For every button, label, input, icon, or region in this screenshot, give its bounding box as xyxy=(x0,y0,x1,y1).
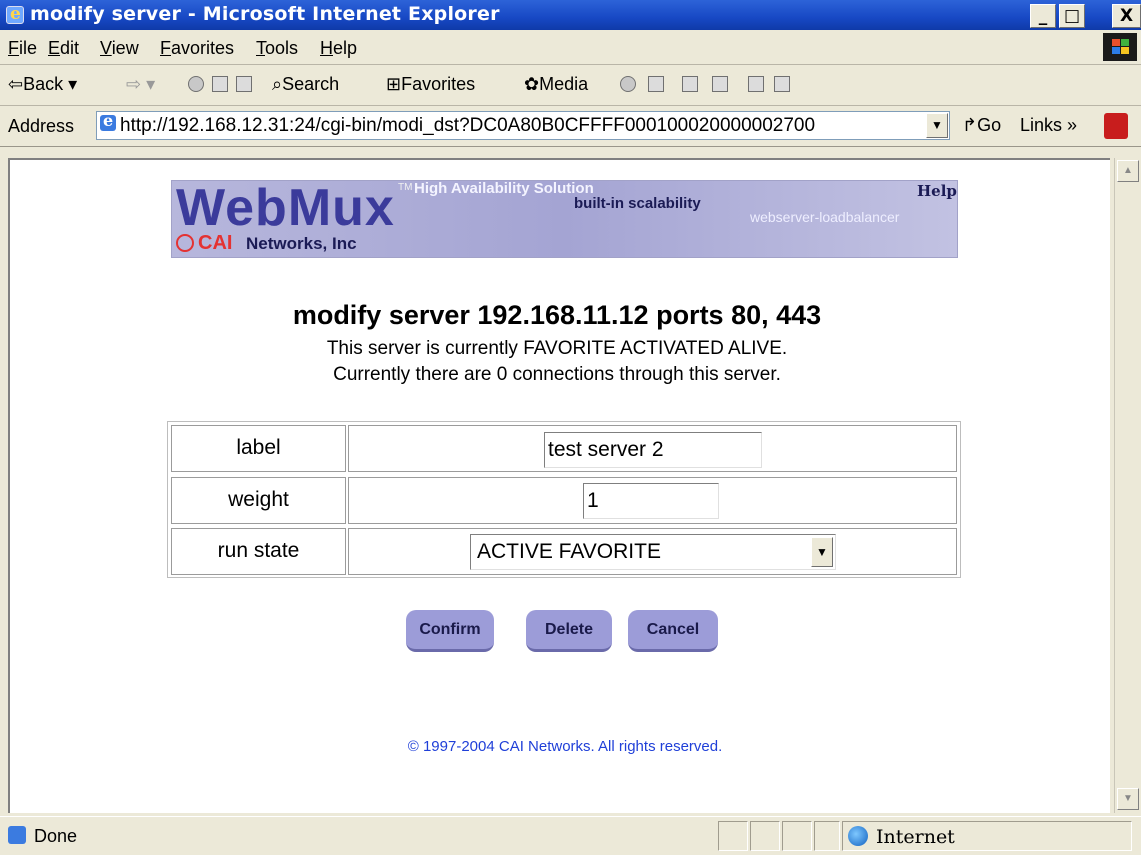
search-icon: ⌕ xyxy=(272,74,283,94)
windows-flag-icon xyxy=(1103,33,1137,61)
company-name-networks: Networks, Inc xyxy=(246,234,357,253)
menu-help[interactable]: Help xyxy=(320,38,357,59)
media-button[interactable]: ✿Media xyxy=(524,74,588,95)
label-row-value: test server 2 xyxy=(348,425,957,472)
security-zone-text: Internet xyxy=(876,826,955,848)
menu-bar: File Edit View Favorites Tools Help xyxy=(0,30,1141,65)
company-name-cai: CAI xyxy=(198,232,233,254)
help-link[interactable]: Help xyxy=(917,182,957,200)
acrobat-icon[interactable] xyxy=(1104,113,1128,139)
copyright-text: © 1997-2004 CAI Networks. All rights res… xyxy=(407,738,723,755)
close-button[interactable]: X xyxy=(1112,4,1141,28)
connections-text: Currently there are 0 connections throug… xyxy=(333,364,781,385)
delete-button[interactable]: Delete xyxy=(526,610,612,652)
banner-tagline: High Availability Solution xyxy=(414,180,594,197)
edit-icon[interactable] xyxy=(712,76,728,92)
server-status-text: This server is currently FAVORITE ACTIVA… xyxy=(326,338,788,359)
home-icon[interactable] xyxy=(236,76,252,92)
search-label: Search xyxy=(282,74,340,94)
menu-file[interactable]: File xyxy=(8,38,37,59)
label-input[interactable]: test server 2 xyxy=(544,432,762,468)
webmux-logo: WebMux xyxy=(176,179,395,237)
ie-logo-icon xyxy=(6,4,24,24)
go-arrow-icon: ↱ xyxy=(962,115,978,135)
history-icon[interactable] xyxy=(620,76,636,92)
links-label: Links xyxy=(1020,115,1063,135)
menu-edit[interactable]: Edit xyxy=(48,38,79,59)
back-button[interactable]: ⇦Back ▾ xyxy=(8,74,77,95)
stop-icon[interactable] xyxy=(188,76,204,92)
favorites-icon: ⊞ xyxy=(386,74,402,94)
status-bar: Done Internet xyxy=(0,816,1141,855)
address-url[interactable]: http://192.168.12.31:24/cgi-bin/modi_dst… xyxy=(120,115,926,137)
window-title: modify server - Microsoft Internet Explo… xyxy=(30,3,500,25)
runstate-select[interactable]: ACTIVE FAVORITE ▼ xyxy=(470,534,836,570)
page-icon xyxy=(100,111,116,131)
runstate-row-value: ACTIVE FAVORITE ▼ xyxy=(348,528,957,575)
scroll-down-icon[interactable]: ▼ xyxy=(1117,788,1139,810)
weight-row-header: weight xyxy=(171,477,346,524)
scroll-up-icon[interactable]: ▲ xyxy=(1117,160,1139,182)
media-icon: ✿ xyxy=(524,74,540,94)
banner-loadbalancer: webserver-loadbalancer xyxy=(750,209,900,225)
menu-favorites[interactable]: Favorites xyxy=(160,38,234,59)
weight-input[interactable]: 1 xyxy=(583,483,719,519)
runstate-field-label: run state xyxy=(217,539,300,562)
address-bar: Address http://192.168.12.31:24/cgi-bin/… xyxy=(0,106,1141,147)
links-button[interactable]: Links » xyxy=(1020,115,1077,136)
minimize-button[interactable]: _ xyxy=(1030,4,1056,28)
label-row-header: label xyxy=(171,425,346,472)
favorites-button[interactable]: ⊞Favorites xyxy=(386,74,475,95)
go-label: Go xyxy=(977,115,1002,135)
label-field-label: label xyxy=(236,436,281,459)
status-panel xyxy=(814,821,840,851)
address-dropdown-button[interactable]: ▼ xyxy=(926,113,948,138)
cai-logo-icon xyxy=(176,234,194,252)
print-icon[interactable] xyxy=(682,76,698,92)
cancel-button[interactable]: Cancel xyxy=(628,610,718,652)
back-arrow-icon: ⇦ xyxy=(8,74,24,94)
status-text: Done xyxy=(34,826,78,846)
menu-view[interactable]: View xyxy=(100,38,139,59)
page-title: modify server 192.168.11.12 ports 80, 44… xyxy=(292,300,822,330)
runstate-row-header: run state xyxy=(171,528,346,575)
page-status-icon xyxy=(8,826,26,844)
vertical-scrollbar[interactable]: ▲ ▼ xyxy=(1114,158,1141,813)
confirm-button[interactable]: Confirm xyxy=(406,610,494,652)
discuss-icon[interactable] xyxy=(748,76,764,92)
trademark: TM xyxy=(398,182,413,193)
banner-subtagline: built-in scalability xyxy=(574,195,701,212)
weight-row-value: 1 xyxy=(348,477,957,524)
menu-tools[interactable]: Tools xyxy=(256,38,298,59)
server-form-table: label test server 2 weight 1 run state A… xyxy=(167,421,961,578)
media-label: Media xyxy=(539,74,589,94)
runstate-selected-value: ACTIVE FAVORITE xyxy=(477,540,661,563)
go-button[interactable]: ↱Go xyxy=(962,115,1001,136)
internet-globe-icon xyxy=(848,826,868,846)
mail-icon[interactable] xyxy=(648,76,664,92)
title-bar: modify server - Microsoft Internet Explo… xyxy=(0,0,1141,30)
weight-field-label: weight xyxy=(228,488,289,511)
status-panel xyxy=(782,821,812,851)
search-button[interactable]: ⌕Search xyxy=(272,74,339,95)
toolbar: ⇦Back ▾ ⇨ ▾ ⌕Search ⊞Favorites ✿Media xyxy=(0,65,1141,106)
status-panel xyxy=(750,821,780,851)
messenger-icon[interactable] xyxy=(774,76,790,92)
address-label: Address xyxy=(8,116,75,136)
chevron-down-icon[interactable]: ▼ xyxy=(811,537,833,567)
back-label: Back xyxy=(23,74,64,94)
forward-button[interactable]: ⇨ ▾ xyxy=(126,74,155,95)
maximize-button[interactable]: □ xyxy=(1059,4,1085,28)
refresh-icon[interactable] xyxy=(212,76,228,92)
status-panel xyxy=(718,821,748,851)
favorites-label: Favorites xyxy=(401,74,476,94)
